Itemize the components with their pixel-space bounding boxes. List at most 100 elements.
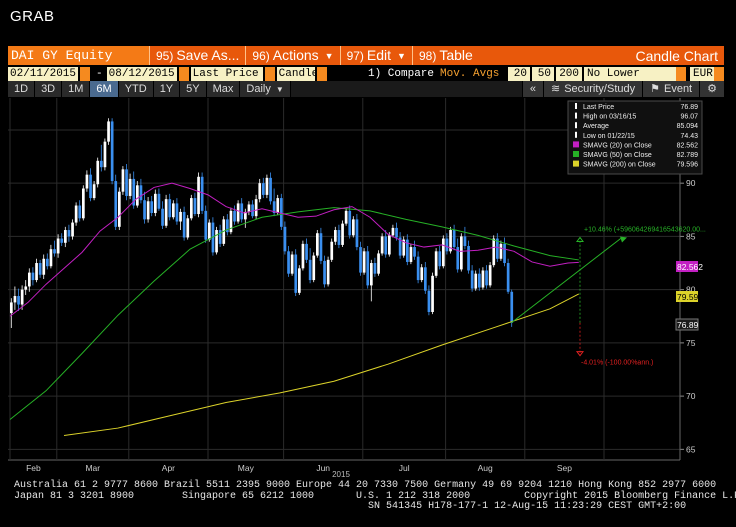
candle-body — [78, 205, 82, 219]
ma-period-3[interactable]: 200 — [556, 66, 582, 81]
candle-body — [28, 272, 31, 287]
candle-body — [395, 227, 398, 238]
period-max[interactable]: Max — [206, 81, 241, 97]
lower-chart-select[interactable]: No Lower Chart — [584, 66, 676, 94]
chart-type-select[interactable]: Candle — [276, 66, 318, 81]
period-1y[interactable]: 1Y — [153, 81, 181, 97]
candle — [121, 166, 125, 195]
period-6m[interactable]: 6M — [90, 81, 119, 97]
compare-select[interactable]: Mov. Avgs — [438, 66, 504, 81]
x-tick-label: Mar — [85, 463, 100, 473]
period-bar: 1D 3D 1M 6M YTD 1Y 5Y Max Daily ▼ « ≋ Secu… — [8, 81, 724, 97]
candle — [449, 226, 452, 254]
start-date-field[interactable]: 02/11/2015 — [8, 66, 79, 81]
candle-body — [413, 247, 416, 257]
candle-body — [452, 230, 456, 248]
candle-body — [380, 236, 384, 254]
period-1d[interactable]: 1D — [8, 81, 36, 97]
menu-label: Actions — [272, 47, 319, 63]
candle-body — [204, 210, 208, 240]
y-tick-label: 70 — [686, 391, 696, 401]
candle-body — [20, 289, 24, 305]
event-button[interactable]: ⚑ Event — [642, 81, 700, 97]
dropdown-button[interactable] — [714, 66, 724, 81]
candle-body — [172, 203, 175, 218]
collapse-button[interactable]: « — [521, 81, 543, 97]
candle — [125, 164, 128, 201]
candle-body — [17, 296, 20, 305]
gear-icon[interactable]: ⚙ — [699, 81, 724, 97]
price-field-select[interactable]: Last Price — [190, 66, 263, 81]
candle-body — [287, 251, 290, 274]
period-ytd[interactable]: YTD — [118, 81, 154, 97]
x-tick-label: Sep — [557, 463, 572, 473]
candle-body — [470, 270, 474, 289]
legend-label: High on 03/16/15 — [583, 114, 636, 121]
candle-body — [136, 185, 139, 206]
save-as-menu[interactable]: 95) Save As... — [149, 46, 245, 65]
period-3d[interactable]: 3D — [35, 81, 63, 97]
candle-body — [258, 183, 262, 200]
dropdown-button[interactable] — [676, 66, 686, 81]
x-tick-label: Apr — [162, 463, 175, 473]
candle-body — [215, 230, 218, 253]
candle — [197, 172, 200, 218]
year-label: 2015 — [332, 470, 350, 479]
candle-body — [121, 169, 125, 192]
candle-body — [478, 273, 481, 288]
target-down-label: -4.01% (-100.00%ann.) — [581, 360, 653, 367]
candle-body — [352, 219, 355, 236]
candle-body — [276, 198, 280, 213]
legend-value: 76.89 — [680, 104, 698, 111]
candle — [377, 250, 380, 276]
ma-period-1[interactable]: 20 — [508, 66, 530, 81]
candle-body — [298, 268, 301, 293]
table-menu[interactable]: 98) Table — [411, 46, 479, 65]
footer-line-3: SN 541345 H178-177-1 12-Aug-15 11:23:29 … — [14, 501, 687, 512]
dropdown-button[interactable] — [264, 66, 275, 81]
period-1m[interactable]: 1M — [62, 81, 91, 97]
candle-body — [269, 177, 272, 202]
compare-label[interactable]: 1) Compare — [364, 68, 438, 80]
legend-label: SMAVG (200) on Close — [583, 162, 656, 169]
candle-body — [308, 259, 312, 281]
candle — [330, 238, 334, 262]
candle-body — [283, 226, 287, 252]
dropdown-button[interactable] — [316, 66, 327, 81]
candle-body — [100, 160, 103, 168]
candle-body — [247, 204, 251, 212]
candle-body — [107, 121, 110, 142]
candle-body — [434, 251, 438, 276]
candle-body — [96, 160, 100, 185]
security-study-button[interactable]: ≋ Security/Study — [542, 81, 643, 97]
candle — [74, 202, 78, 226]
candle-body — [168, 199, 172, 218]
ma-period-2[interactable]: 50 — [532, 66, 554, 81]
date-picker-button[interactable] — [178, 66, 189, 81]
period-5y[interactable]: 5Y — [180, 81, 207, 97]
frequency-select[interactable]: Daily ▼ — [240, 81, 291, 97]
candle-chart[interactable]: 65707580859095 FebMarAprMayJunJulAugSep … — [8, 98, 724, 480]
candle-body — [323, 260, 326, 285]
edit-menu[interactable]: 97) Edit ▼ — [339, 46, 412, 65]
legend-row: SMAVG (20) on Close 82.562 — [573, 141, 698, 149]
y-tick-label: 90 — [686, 178, 696, 188]
window-title: GRAB — [10, 8, 55, 25]
end-date-field[interactable]: 08/12/2015 — [106, 66, 177, 81]
chart-type-title: Candle Chart — [635, 47, 719, 64]
candle — [118, 187, 121, 231]
date-picker-button[interactable] — [80, 66, 91, 81]
candle-body — [179, 211, 182, 222]
candle — [380, 233, 384, 256]
currency-select[interactable]: EUR — [690, 66, 714, 81]
price-tag-last-label: 76.89 — [677, 320, 699, 330]
candle-body — [280, 198, 283, 227]
candle-body — [233, 210, 236, 222]
candle — [204, 205, 208, 243]
x-tick-label: May — [238, 463, 255, 473]
y-tick-label: 65 — [686, 444, 696, 454]
legend-swatch — [573, 160, 579, 167]
ticker-field[interactable]: DAI GY Equity — [8, 46, 149, 65]
legend-swatch — [573, 151, 579, 157]
actions-menu[interactable]: 96) Actions ▼ — [245, 46, 339, 65]
